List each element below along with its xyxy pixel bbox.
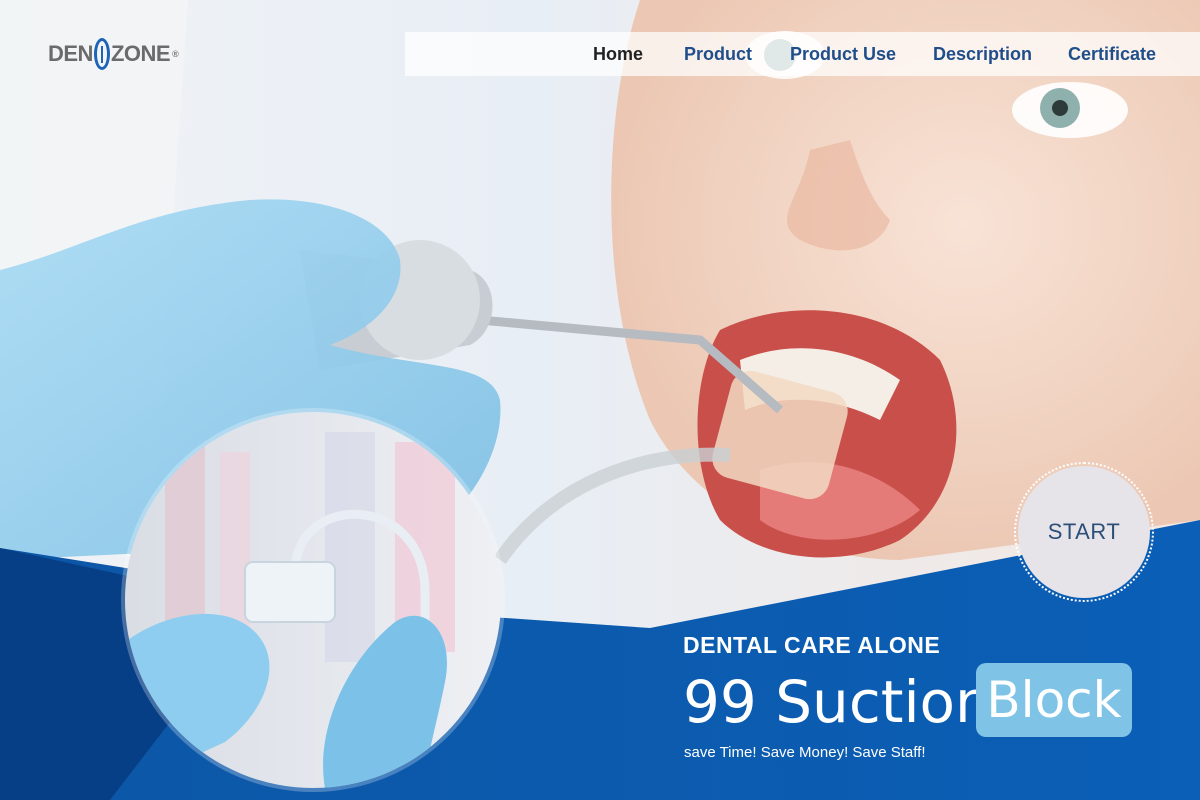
- start-button-label: START: [1047, 519, 1121, 544]
- nav-item-product-use[interactable]: Product Use: [790, 44, 896, 65]
- hero-headline: 99 Suction: [683, 668, 992, 736]
- nav-item-description[interactable]: Description: [933, 44, 1032, 65]
- hero-headline-badge: Block: [976, 663, 1132, 737]
- landing-page: DEN ZONE ® Home Product Product Use Desc…: [0, 0, 1200, 800]
- hero-headline-badge-text: Block: [986, 671, 1122, 729]
- hero-tagline: DENTAL CARE ALONE: [683, 632, 941, 658]
- nav-item-certificate[interactable]: Certificate: [1068, 44, 1156, 65]
- main-nav: Home Product Product Use Description Cer…: [0, 44, 1200, 68]
- hero-subtagline: save Time! Save Money! Save Staff!: [684, 744, 926, 761]
- nav-item-product[interactable]: Product: [684, 44, 752, 65]
- product-inset-image: [125, 412, 501, 788]
- nav-item-home[interactable]: Home: [593, 44, 643, 65]
- start-button[interactable]: START: [1014, 462, 1154, 602]
